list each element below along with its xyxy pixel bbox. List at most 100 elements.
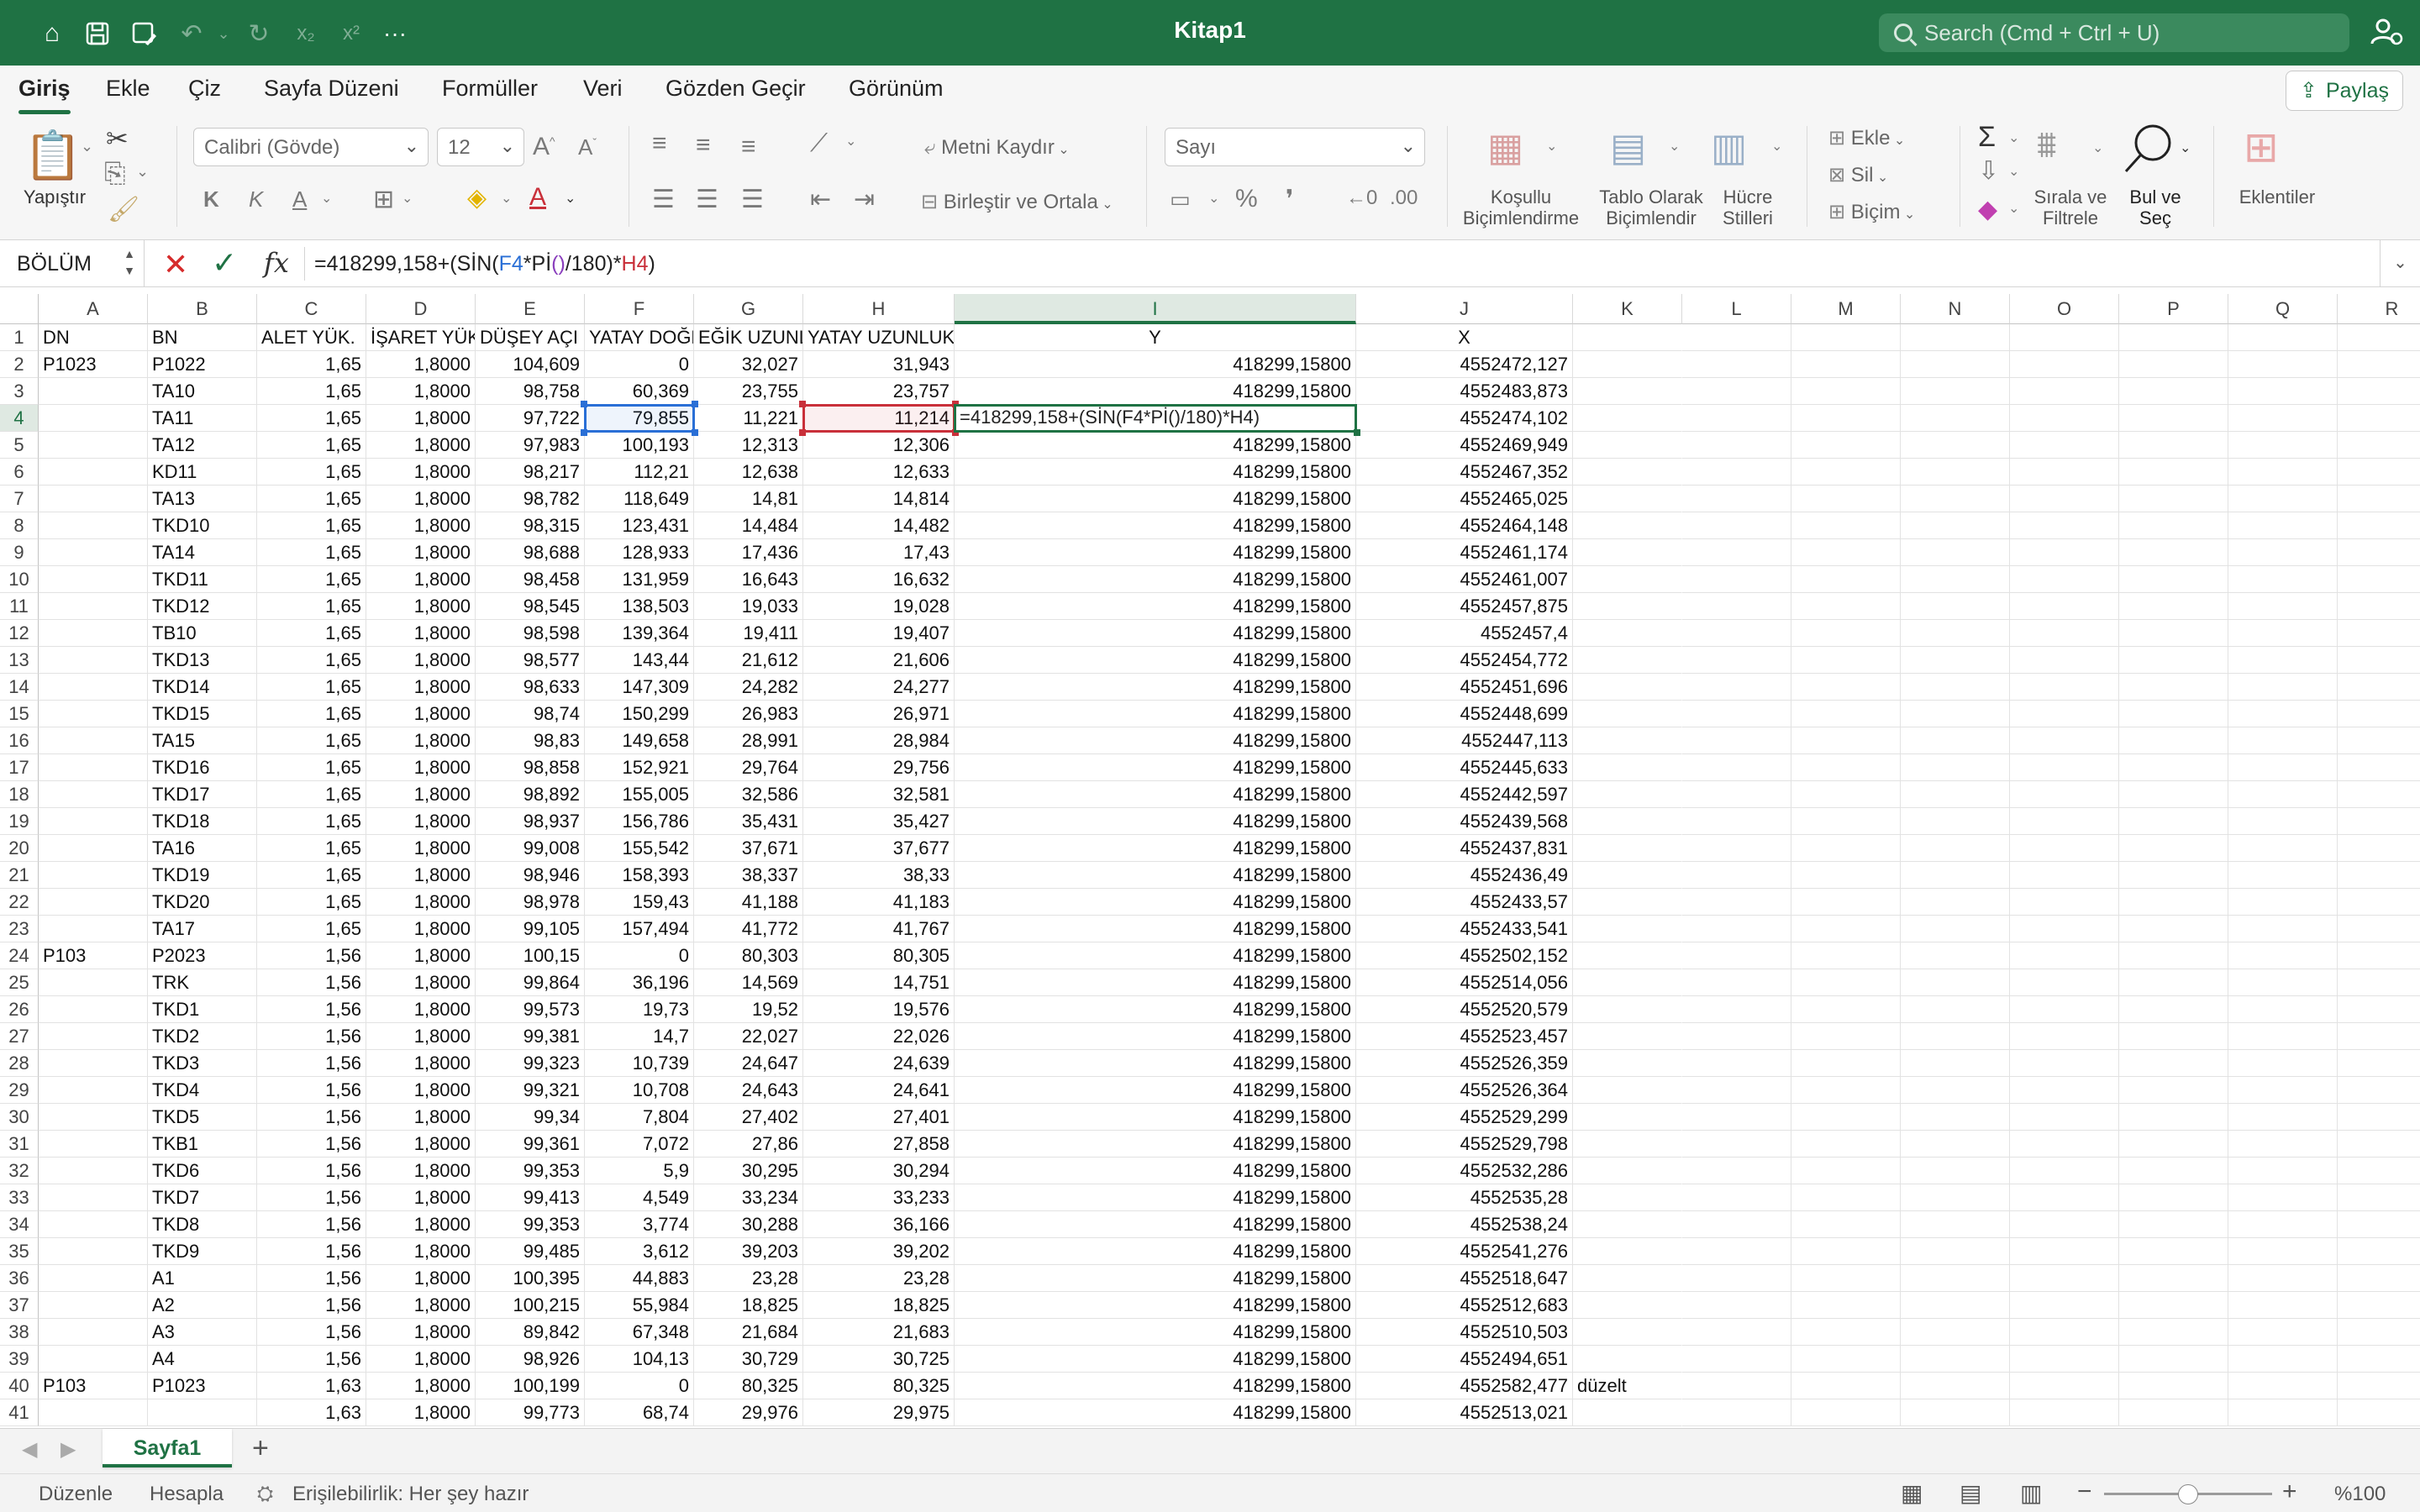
- cell-d2[interactable]: 1,8000: [366, 351, 476, 378]
- cell-l26[interactable]: [1682, 996, 1791, 1023]
- cell-p37[interactable]: [2119, 1292, 2228, 1319]
- orientation-dropdown-icon[interactable]: ⌄: [845, 133, 856, 150]
- cell-o12[interactable]: [2010, 620, 2119, 647]
- cell-j19[interactable]: 4552439,568: [1356, 808, 1573, 835]
- cell-i39[interactable]: 418299,15800: [955, 1346, 1356, 1373]
- cell-e19[interactable]: 98,937: [476, 808, 585, 835]
- cell-d25[interactable]: 1,8000: [366, 969, 476, 996]
- cell-n16[interactable]: [1901, 727, 2010, 754]
- cell-g25[interactable]: 14,569: [694, 969, 803, 996]
- cell-m16[interactable]: [1791, 727, 1901, 754]
- cell-j7[interactable]: 4552465,025: [1356, 486, 1573, 512]
- cell-o37[interactable]: [2010, 1292, 2119, 1319]
- cell-d35[interactable]: 1,8000: [366, 1238, 476, 1265]
- cell-d36[interactable]: 1,8000: [366, 1265, 476, 1292]
- cell-p41[interactable]: [2119, 1399, 2228, 1426]
- cell-g3[interactable]: 23,755: [694, 378, 803, 405]
- cell-b24[interactable]: P2023: [148, 942, 257, 969]
- tab-review[interactable]: Gözden Geçir: [666, 76, 806, 114]
- cell-q24[interactable]: [2228, 942, 2338, 969]
- cell-j39[interactable]: 4552494,651: [1356, 1346, 1573, 1373]
- row-header-25[interactable]: 25: [0, 969, 39, 996]
- cell-n1[interactable]: [1901, 324, 2010, 351]
- cell-r28[interactable]: [2338, 1050, 2420, 1077]
- cell-a26[interactable]: [39, 996, 148, 1023]
- cell-b2[interactable]: P1022: [148, 351, 257, 378]
- cell-a13[interactable]: [39, 647, 148, 674]
- decrease-indent-icon[interactable]: ⇤: [810, 185, 831, 214]
- cell-o30[interactable]: [2010, 1104, 2119, 1131]
- italic-icon[interactable]: K: [249, 186, 263, 213]
- cell-m26[interactable]: [1791, 996, 1901, 1023]
- cell-b6[interactable]: KD11: [148, 459, 257, 486]
- cell-o23[interactable]: [2010, 916, 2119, 942]
- format-table-icon[interactable]: ▤: [1610, 124, 1646, 170]
- cell-r11[interactable]: [2338, 593, 2420, 620]
- cell-c30[interactable]: 1,56: [257, 1104, 366, 1131]
- cell-d12[interactable]: 1,8000: [366, 620, 476, 647]
- cell-q39[interactable]: [2228, 1346, 2338, 1373]
- addins-icon[interactable]: ⊞: [2244, 123, 2279, 171]
- cell-g34[interactable]: 30,288: [694, 1211, 803, 1238]
- cell-l8[interactable]: [1682, 512, 1791, 539]
- underline-icon[interactable]: A: [292, 186, 307, 213]
- cell-e38[interactable]: 89,842: [476, 1319, 585, 1346]
- active-cell-i4-editor[interactable]: =418299,158+(SİN(F4*Pİ()/180)*H4): [954, 404, 1357, 433]
- cell-b25[interactable]: TRK: [148, 969, 257, 996]
- cell-r18[interactable]: [2338, 781, 2420, 808]
- cell-a25[interactable]: [39, 969, 148, 996]
- ref-resize-handle[interactable]: [799, 401, 806, 407]
- sort-filter-button[interactable]: Sırala ve Filtrele: [2028, 186, 2112, 228]
- cell-j2[interactable]: 4552472,127: [1356, 351, 1573, 378]
- cell-q3[interactable]: [2228, 378, 2338, 405]
- cell-r12[interactable]: [2338, 620, 2420, 647]
- cell-a29[interactable]: [39, 1077, 148, 1104]
- cell-c40[interactable]: 1,63: [257, 1373, 366, 1399]
- bold-icon[interactable]: K: [203, 186, 219, 213]
- cell-h31[interactable]: 27,858: [803, 1131, 955, 1158]
- cell-g22[interactable]: 41,188: [694, 889, 803, 916]
- cell-d31[interactable]: 1,8000: [366, 1131, 476, 1158]
- cell-e36[interactable]: 100,395: [476, 1265, 585, 1292]
- cell-k18[interactable]: [1573, 781, 1682, 808]
- cell-m9[interactable]: [1791, 539, 1901, 566]
- cell-j9[interactable]: 4552461,174: [1356, 539, 1573, 566]
- align-center-icon[interactable]: ☰: [696, 185, 718, 214]
- cell-m30[interactable]: [1791, 1104, 1901, 1131]
- cell-c17[interactable]: 1,65: [257, 754, 366, 781]
- cell-b33[interactable]: TKD7: [148, 1184, 257, 1211]
- cell-n25[interactable]: [1901, 969, 2010, 996]
- increase-decimal-icon[interactable]: ←0: [1346, 186, 1377, 210]
- cell-m6[interactable]: [1791, 459, 1901, 486]
- format-table-button[interactable]: Tablo Olarak Biçimlendir: [1588, 186, 1714, 228]
- tab-page-layout[interactable]: Sayfa Düzeni: [264, 76, 399, 114]
- clear-dropdown-icon[interactable]: ⌄: [2008, 200, 2019, 217]
- cell-h1[interactable]: YATAY UZUNLUK: [803, 324, 955, 351]
- cell-i18[interactable]: 418299,15800: [955, 781, 1356, 808]
- cell-e18[interactable]: 98,892: [476, 781, 585, 808]
- cell-a17[interactable]: [39, 754, 148, 781]
- tab-draw[interactable]: Çiz: [188, 76, 221, 114]
- cell-g39[interactable]: 30,729: [694, 1346, 803, 1373]
- cell-f9[interactable]: 128,933: [585, 539, 694, 566]
- cell-m3[interactable]: [1791, 378, 1901, 405]
- cell-n6[interactable]: [1901, 459, 2010, 486]
- cell-o35[interactable]: [2010, 1238, 2119, 1265]
- cell-a36[interactable]: [39, 1265, 148, 1292]
- cell-f24[interactable]: 0: [585, 942, 694, 969]
- cell-n33[interactable]: [1901, 1184, 2010, 1211]
- format-table-dropdown-icon[interactable]: ⌄: [1669, 138, 1680, 155]
- cell-q20[interactable]: [2228, 835, 2338, 862]
- row-header-14[interactable]: 14: [0, 674, 39, 701]
- cell-g29[interactable]: 24,643: [694, 1077, 803, 1104]
- cell-o8[interactable]: [2010, 512, 2119, 539]
- cell-e32[interactable]: 99,353: [476, 1158, 585, 1184]
- cell-c15[interactable]: 1,65: [257, 701, 366, 727]
- cell-r25[interactable]: [2338, 969, 2420, 996]
- cell-r33[interactable]: [2338, 1184, 2420, 1211]
- zoom-slider-knob[interactable]: [2178, 1484, 2198, 1504]
- format-cells-button[interactable]: ⊞ Biçim ⌄: [1828, 200, 1915, 224]
- cell-r24[interactable]: [2338, 942, 2420, 969]
- cell-q35[interactable]: [2228, 1238, 2338, 1265]
- cell-g40[interactable]: 80,325: [694, 1373, 803, 1399]
